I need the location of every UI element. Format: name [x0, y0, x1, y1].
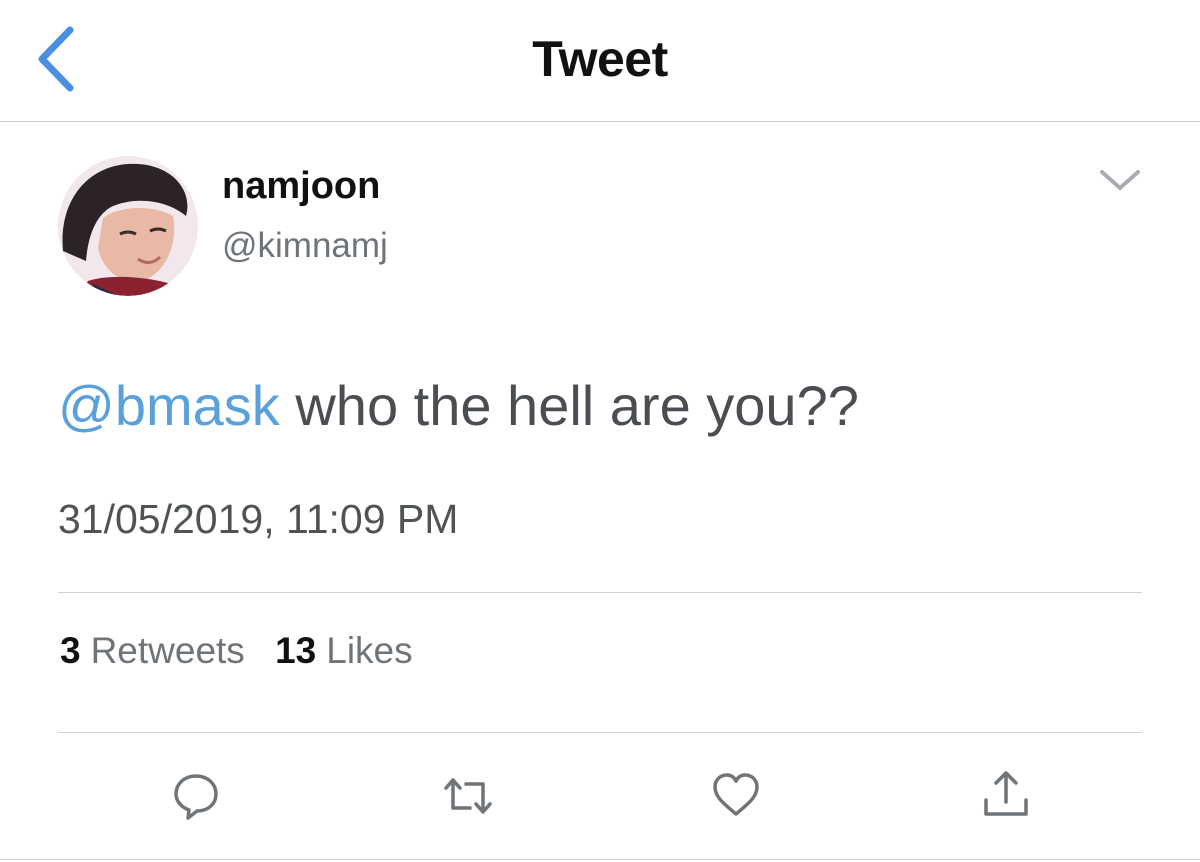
divider: [58, 592, 1142, 593]
engagement-stats: 3 Retweets 13 Likes: [60, 630, 413, 672]
tweet-timestamp: 31/05/2019, 11:09 PM: [58, 496, 459, 542]
reply-button[interactable]: [170, 768, 222, 824]
author-handle[interactable]: @kimnamj: [222, 226, 388, 266]
tweet-options-button[interactable]: [1096, 160, 1144, 200]
likes-stat[interactable]: 13 Likes: [275, 630, 413, 672]
reply-icon: [174, 774, 218, 820]
retweet-icon: [444, 778, 492, 814]
tweet-body-text: who the hell are you??: [279, 374, 859, 437]
chevron-down-icon: [1100, 170, 1140, 190]
tweet-text: @bmask who the hell are you??: [58, 373, 859, 438]
divider: [0, 859, 1200, 860]
retweets-stat[interactable]: 3 Retweets: [60, 630, 245, 672]
tweet-detail-screen: Tweet namjoon @kimnamj @bmask who the he…: [0, 0, 1200, 862]
share-button[interactable]: [980, 768, 1032, 824]
likes-label: Likes: [326, 630, 413, 671]
likes-count: 13: [275, 630, 317, 671]
mention-link[interactable]: @bmask: [58, 374, 280, 437]
profile-photo: [58, 156, 198, 296]
navigation-bar: Tweet: [0, 0, 1200, 122]
share-icon: [984, 771, 1028, 816]
like-button[interactable]: [710, 768, 762, 824]
retweets-label: Retweets: [90, 630, 245, 671]
retweet-button[interactable]: [440, 768, 496, 824]
author-display-name[interactable]: namjoon: [222, 165, 380, 208]
heart-icon: [713, 773, 759, 816]
retweets-count: 3: [60, 630, 81, 671]
divider: [58, 732, 1142, 733]
page-title: Tweet: [532, 31, 668, 87]
avatar[interactable]: [58, 156, 198, 296]
